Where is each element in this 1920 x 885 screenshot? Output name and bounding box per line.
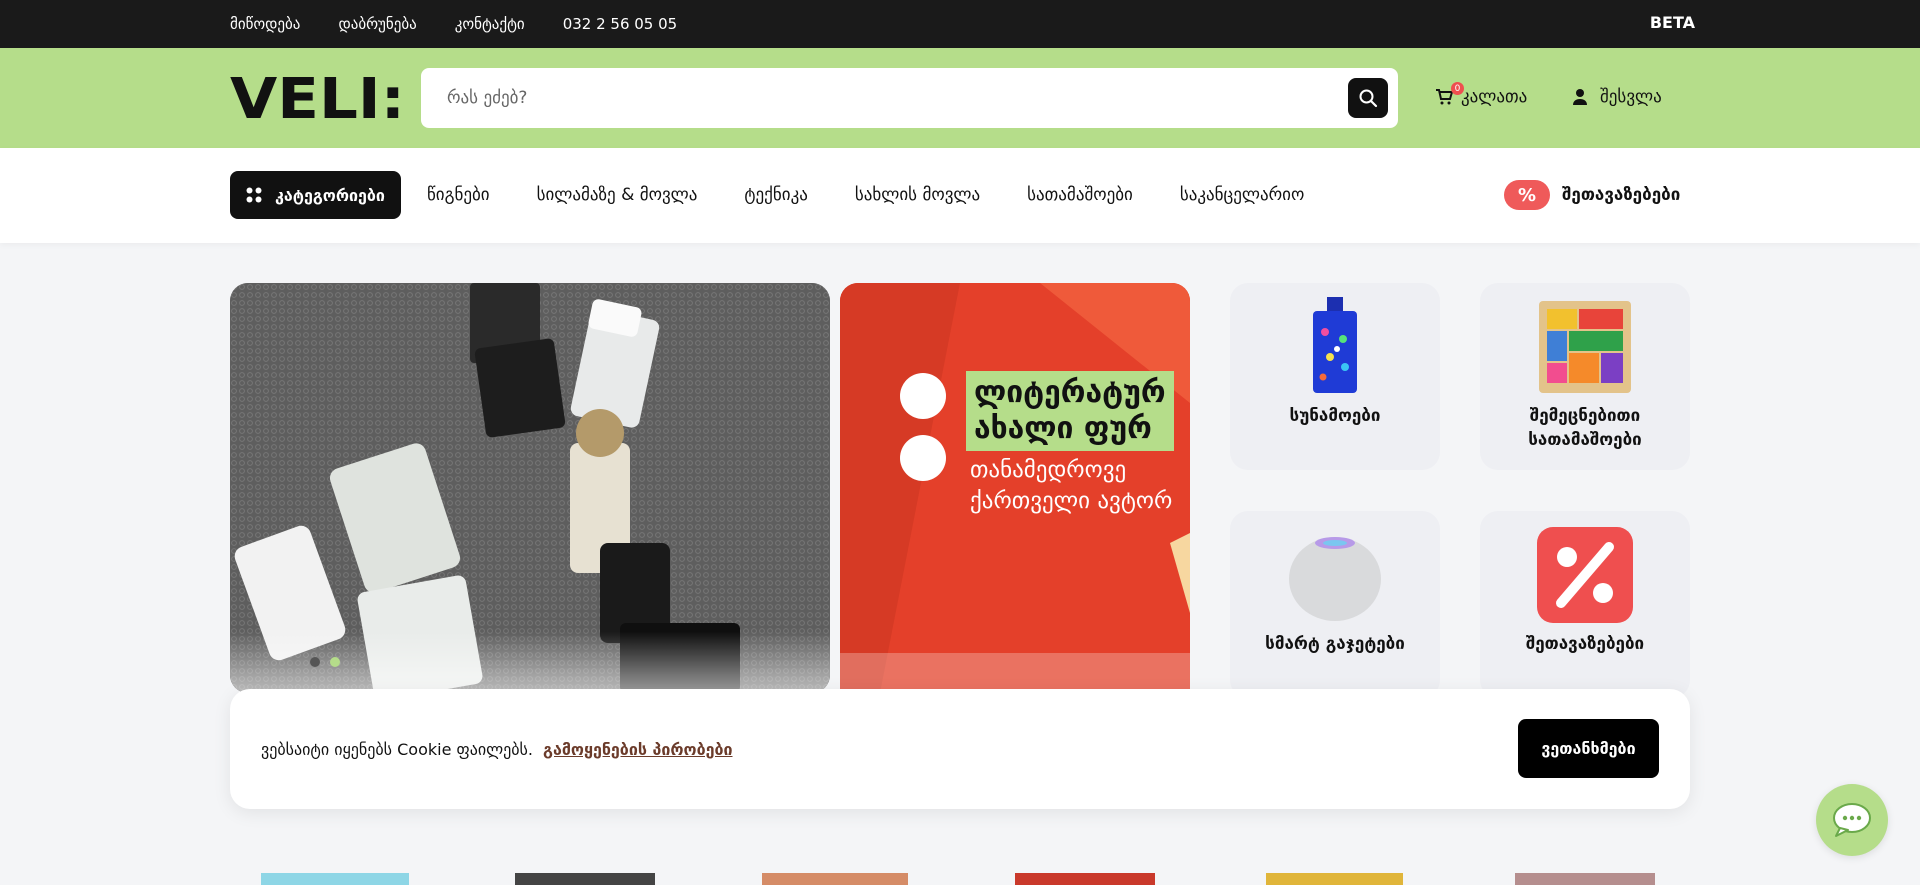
puzzle-icon: [1539, 301, 1631, 393]
nav-item-home-care[interactable]: სახლის მოვლა: [855, 185, 980, 205]
banner-circle: [900, 373, 946, 419]
categories-button[interactable]: კატეგორიები: [230, 171, 401, 219]
hero-banner-perfume[interactable]: [230, 283, 830, 693]
chat-button[interactable]: [1816, 784, 1888, 856]
nav-item-beauty[interactable]: სილამაზე & მოვლა: [537, 185, 698, 205]
cookie-banner: ვებსაიტი იყენებს Cookie ფაილებს. გამოყენ…: [230, 689, 1690, 809]
cart-label: კალათა: [1461, 87, 1528, 107]
carousel-dots: [310, 657, 340, 667]
category-card-deals[interactable]: შეთავაზებები: [1480, 511, 1690, 698]
smart-speaker-icon: [1289, 537, 1381, 621]
accept-cookies-button[interactable]: ვეთანხმები: [1518, 719, 1659, 778]
search-input[interactable]: [421, 68, 1321, 128]
search-button[interactable]: [1348, 78, 1388, 118]
deals-link[interactable]: % შეთავაზებები: [1504, 178, 1680, 212]
cart-icon: [1436, 89, 1453, 105]
phone-link[interactable]: 032 2 56 05 05: [563, 15, 678, 33]
category-card-smart-gadgets[interactable]: სმარტ გაჯეტები: [1230, 511, 1440, 698]
category-card-perfume[interactable]: სუნამოები: [1230, 283, 1440, 470]
category-label: შეთავაზებები: [1525, 634, 1645, 654]
top-links: მიწოდება დაბრუნება კონტაქტი 032 2 56 05 …: [230, 0, 677, 48]
category-nav: კატეგორიები წიგნები სილამაზე & მოვლა ტექ…: [0, 148, 1920, 243]
banner-circle: [900, 435, 946, 481]
banner-subtitle: თანამედროვე ქართველი ავტორ: [970, 457, 1173, 515]
carousel-dot-active[interactable]: [330, 657, 340, 667]
category-label: სუნამოები: [1289, 406, 1381, 426]
banner-headline: ლიტერატურ ახალი ფურ: [966, 371, 1174, 451]
product-thumb[interactable]: [261, 873, 409, 885]
product-thumb[interactable]: [515, 873, 655, 885]
cookie-message: ვებსაიტი იყენებს Cookie ფაილებს. გამოყენ…: [261, 689, 733, 809]
search-bar: [421, 68, 1398, 128]
returns-link[interactable]: დაბრუნება: [338, 15, 416, 33]
nav-item-tech[interactable]: ტექნიკა: [744, 185, 807, 205]
perfume-bottle-icon: [1313, 297, 1357, 393]
chat-bubble-icon: [1833, 803, 1871, 837]
product-thumb[interactable]: [1015, 873, 1155, 885]
category-card-educational-toys[interactable]: შემეცნებითი სათამაშოები: [1480, 283, 1690, 470]
product-thumb[interactable]: [1515, 873, 1655, 885]
nav-items: წიგნები სილამაზე & მოვლა ტექნიკა სახლის …: [427, 171, 1304, 219]
deals-label: შეთავაზებები: [1562, 185, 1681, 205]
header: VELI: 0 კალათა შესვლა: [0, 48, 1920, 148]
login-button[interactable]: შესვლა: [1572, 82, 1662, 112]
search-icon: [1359, 89, 1378, 108]
veli-logo[interactable]: VELI:: [230, 72, 405, 124]
nav-item-stationery[interactable]: საკანცელარიო: [1180, 185, 1304, 205]
cart-button[interactable]: 0 კალათა: [1435, 82, 1527, 112]
carousel-dot[interactable]: [310, 657, 320, 667]
product-thumb[interactable]: [1266, 873, 1403, 885]
contact-link[interactable]: კონტაქტი: [455, 15, 525, 33]
terms-link[interactable]: გამოყენების პირობები: [543, 740, 733, 759]
categories-label: კატეგორიები: [275, 185, 385, 205]
cookie-text: ვებსაიტი იყენებს Cookie ფაილებს.: [261, 739, 533, 759]
delivery-link[interactable]: მიწოდება: [230, 15, 300, 33]
nav-item-toys[interactable]: სათამაშოები: [1027, 185, 1133, 205]
product-thumb[interactable]: [762, 873, 908, 885]
nav-item-books[interactable]: წიგნები: [427, 185, 490, 205]
perfume-photo: [230, 283, 830, 693]
percent-icon: [1537, 527, 1633, 623]
cart-count-badge: 0: [1451, 82, 1464, 95]
category-label: სმარტ გაჯეტები: [1265, 634, 1405, 654]
category-label: შემეცნებითი სათამაშოები: [1528, 406, 1642, 450]
beta-label: BETA: [1649, 12, 1695, 32]
top-bar: მიწოდება დაბრუნება კონტაქტი 032 2 56 05 …: [0, 0, 1920, 48]
login-label: შესვლა: [1600, 87, 1662, 107]
logo-text: VELI:: [230, 72, 405, 124]
user-icon: [1573, 89, 1587, 105]
percent-badge: %: [1504, 180, 1550, 210]
grid-icon: [246, 187, 262, 203]
hero-banner-literature[interactable]: ლიტერატურ ახალი ფურ თანამედროვე ქართველი…: [840, 283, 1190, 693]
